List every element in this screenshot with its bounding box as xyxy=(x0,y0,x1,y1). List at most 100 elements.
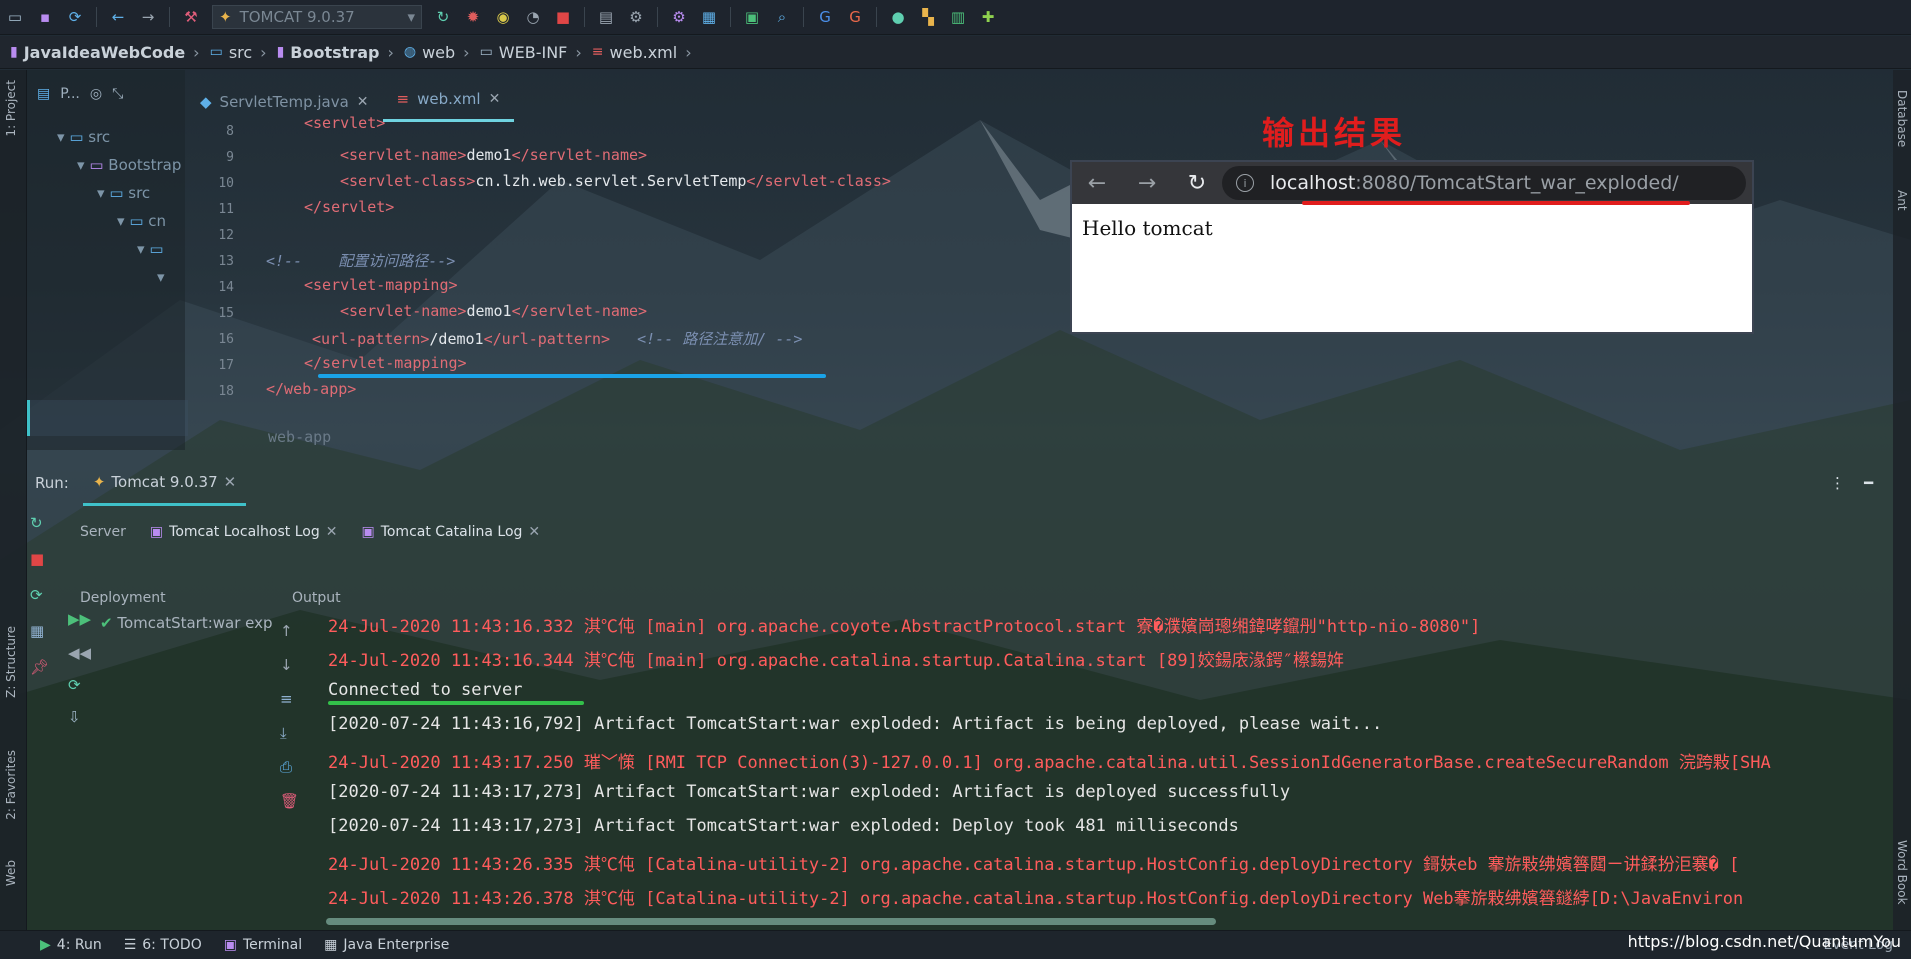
layout-icon[interactable]: ▦ xyxy=(30,622,44,640)
sync-icon[interactable]: ⟳ xyxy=(64,6,86,28)
collapse-icon[interactable]: ⤡ xyxy=(112,86,123,102)
settings-icon[interactable]: ⚙ xyxy=(668,6,690,28)
profile-icon[interactable]: ◔ xyxy=(522,6,544,28)
build-hammer-icon[interactable]: ⚒ xyxy=(180,6,202,28)
breadcrumb-item-web[interactable]: ◍ web › xyxy=(404,43,470,62)
update-icon[interactable]: ⟳ xyxy=(30,586,43,604)
address-bar[interactable]: i localhost :8080/TomcatStart_war_explod… xyxy=(1222,166,1746,200)
chevron-down-icon: ▾ xyxy=(97,184,105,202)
wordbook-tool-tab[interactable]: Word Book xyxy=(1895,840,1909,905)
project-structure-icon[interactable]: ▤ xyxy=(595,6,617,28)
breadcrumb-item-project[interactable]: ▮ JavaIdeaWebCode › xyxy=(10,43,200,62)
minimize-icon[interactable]: ━ xyxy=(1864,474,1873,492)
play-icon: ▶ xyxy=(40,937,51,953)
chevron-right-icon: › xyxy=(260,42,267,62)
tree-item[interactable]: ▾ ▭ cn xyxy=(117,212,166,230)
refresh-icon[interactable]: ⟳ xyxy=(68,676,81,694)
back-arrow-icon[interactable]: ← xyxy=(1072,171,1122,196)
rerun-icon[interactable]: ↻ xyxy=(30,514,43,532)
close-icon[interactable]: ✕ xyxy=(326,524,338,540)
project-view-icon[interactable]: ▤ xyxy=(37,86,50,102)
tree-item[interactable]: ▾ ▭ Bootstrap xyxy=(77,156,181,174)
tree-item[interactable]: ▾ ▭ xyxy=(137,240,164,258)
plugin-icon[interactable]: ✚ xyxy=(977,6,999,28)
debug-icon[interactable]: ✹ xyxy=(462,6,484,28)
breadcrumb-item-webxml[interactable]: ≡ web.xml › xyxy=(592,43,692,62)
sdk-icon[interactable]: ⚙ xyxy=(625,6,647,28)
tab-tomcat-run[interactable]: ✦ Tomcat 9.0.37 ✕ xyxy=(82,461,247,506)
status-run[interactable]: ▶ 4: Run xyxy=(40,937,102,953)
stop-icon[interactable]: ■ xyxy=(552,6,574,28)
download-icon[interactable]: ⇩ xyxy=(68,708,81,726)
reload-icon[interactable]: ↻ xyxy=(1172,171,1222,196)
scroll-down-icon[interactable]: ↓ xyxy=(280,656,293,674)
close-icon[interactable]: ✕ xyxy=(224,473,237,491)
line-number: 18 xyxy=(218,384,234,399)
run-toolbar: ↻ ■ ⟳ ▦ 📌︎ xyxy=(30,510,62,930)
folder-icon: ▭ xyxy=(479,44,493,60)
horizontal-scrollbar[interactable] xyxy=(326,918,1216,925)
breadcrumb-item-src[interactable]: ▭ src › xyxy=(210,43,267,62)
code-line: <servlet-mapping> xyxy=(304,276,458,294)
tab-server[interactable]: Server xyxy=(68,524,138,540)
structure-tool-tab[interactable]: Z: Structure xyxy=(4,626,18,698)
forward-arrow-icon[interactable]: → xyxy=(1122,171,1172,196)
project-view-select[interactable]: P... xyxy=(60,86,80,102)
tab-servlettemp[interactable]: ◆ ServletTemp.java ✕ xyxy=(186,82,383,122)
deploy-all-icon[interactable]: ▶▶ xyxy=(68,610,91,628)
info-icon[interactable]: i xyxy=(1236,174,1254,192)
breadcrumb-item-bootstrap[interactable]: ▮ Bootstrap › xyxy=(277,43,394,62)
terminal-icon[interactable]: ▣ xyxy=(741,6,763,28)
tab-catalina-log[interactable]: ▣ Tomcat Catalina Log ✕ xyxy=(349,524,552,540)
scroll-up-icon[interactable]: ↑ xyxy=(280,622,293,640)
line-number: 14 xyxy=(218,280,234,295)
save-icon[interactable]: ▪ xyxy=(34,6,56,28)
project-tool-tab[interactable]: 1: Project xyxy=(4,80,18,137)
tree-item[interactable]: ▾ ▭ src xyxy=(57,128,110,146)
status-terminal[interactable]: ▣ Terminal xyxy=(224,937,302,953)
pin-icon[interactable]: 📌︎ xyxy=(30,658,49,676)
chart-icon[interactable]: ▥ xyxy=(947,6,969,28)
soft-wrap-icon[interactable]: ≡ xyxy=(280,690,293,708)
run-config-select[interactable]: ✦ TOMCAT 9.0.37 ▾ xyxy=(212,5,422,29)
web-tool-tab[interactable]: Web xyxy=(4,860,18,886)
translate-alt-icon[interactable]: G xyxy=(844,6,866,28)
grid-icon[interactable]: ▚ xyxy=(917,6,939,28)
back-icon[interactable]: ← xyxy=(107,6,129,28)
coverage-icon[interactable]: ◉ xyxy=(492,6,514,28)
code-line: <servlet-name>demo1</servlet-name> xyxy=(340,146,648,164)
trash-icon[interactable]: 🗑︎ xyxy=(280,792,299,810)
stop-icon[interactable]: ■ xyxy=(30,550,44,568)
tree-item[interactable]: ▾ xyxy=(157,268,165,286)
search-icon[interactable]: ⌕ xyxy=(771,6,793,28)
close-icon[interactable]: ✕ xyxy=(489,91,501,107)
favorites-tool-tab[interactable]: 2: Favorites xyxy=(4,750,18,820)
tree-item[interactable]: ▾ ▭ src xyxy=(97,184,150,202)
tab-localhost-log[interactable]: ▣ Tomcat Localhost Log ✕ xyxy=(138,524,350,540)
close-icon[interactable]: ✕ xyxy=(528,524,540,540)
breadcrumb-item-webinf[interactable]: ▭ WEB-INF › xyxy=(480,43,582,62)
coverage-toggle-icon[interactable]: ● xyxy=(887,6,909,28)
redeploy-icon[interactable]: ◀◀ xyxy=(68,644,91,662)
toolbar-divider xyxy=(169,7,170,27)
print-icon[interactable]: ⎙ xyxy=(280,758,292,776)
forward-icon[interactable]: → xyxy=(137,6,159,28)
deployment-item[interactable]: ✔ TomcatStart:war exp xyxy=(100,614,273,632)
tree-selected-row[interactable] xyxy=(27,400,188,436)
annotation-title: 输出结果 xyxy=(1262,114,1407,152)
tab-webxml[interactable]: ≡ web.xml ✕ xyxy=(382,79,515,122)
rerun-icon[interactable]: ↻ xyxy=(432,6,454,28)
more-options-icon[interactable]: ⋮ xyxy=(1830,474,1845,492)
target-icon[interactable]: ◎ xyxy=(90,86,102,102)
console-output[interactable]: 24-Jul-2020 11:43:16.332 淇℃伅 [main] org.… xyxy=(328,606,1878,909)
layout-icon[interactable]: ▦ xyxy=(698,6,720,28)
status-todo[interactable]: ☰ 6: TODO xyxy=(124,937,202,953)
status-java-enterprise[interactable]: ▦ Java Enterprise xyxy=(324,937,449,953)
scroll-to-end-icon[interactable]: ⤓ xyxy=(280,724,287,742)
url-host: localhost xyxy=(1270,172,1356,194)
open-folder-icon[interactable]: ▭ xyxy=(4,6,26,28)
ant-tool-tab[interactable]: Ant xyxy=(1895,190,1909,211)
translate-icon[interactable]: G xyxy=(814,6,836,28)
package-icon: ▭ xyxy=(129,212,144,230)
close-icon[interactable]: ✕ xyxy=(357,94,369,110)
